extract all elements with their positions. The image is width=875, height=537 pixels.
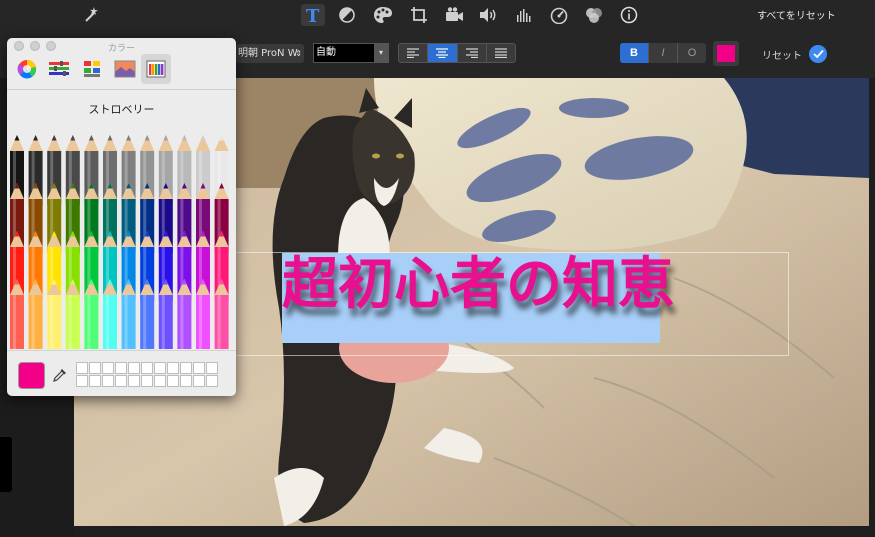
magic-wand-icon[interactable] <box>79 4 103 26</box>
image-palettes-mode-button[interactable] <box>110 54 140 84</box>
pencils-mode-button[interactable] <box>141 54 171 84</box>
pencils-icon <box>146 60 166 78</box>
color-balance-icon[interactable] <box>335 4 359 26</box>
left-sidebar-handle[interactable] <box>0 437 12 492</box>
favorite-swatch-slot[interactable] <box>141 375 153 387</box>
favorite-swatch-slot[interactable] <box>102 375 114 387</box>
favorite-swatch-slot[interactable] <box>89 375 101 387</box>
text-icon[interactable]: T <box>301 4 325 26</box>
color-sliders-icon <box>49 61 69 76</box>
bold-button[interactable]: B <box>620 43 649 63</box>
pencil-grid[interactable] <box>7 133 236 351</box>
favorite-swatch-slot[interactable] <box>128 362 140 374</box>
align-left-button[interactable] <box>399 44 429 62</box>
image-palettes-icon <box>114 60 136 78</box>
color-palettes-icon <box>84 61 100 77</box>
palette-icon[interactable] <box>371 4 395 26</box>
align-center-button[interactable] <box>428 44 458 62</box>
italic-button[interactable]: I <box>649 43 678 63</box>
align-center-icon <box>436 48 449 58</box>
favorite-swatch-slot[interactable] <box>206 375 218 387</box>
font-select-value: 明朝 ProN W <box>238 48 298 59</box>
outline-button[interactable]: O <box>678 43 706 63</box>
favorite-swatch-slot[interactable] <box>167 375 179 387</box>
favorite-swatch-slot[interactable] <box>167 362 179 374</box>
top-toolbar: T すべてをリセット <box>0 0 875 32</box>
favorite-swatch-slot[interactable] <box>193 375 205 387</box>
camera-icon[interactable] <box>442 4 466 26</box>
reset-all-button[interactable]: すべてをリセット <box>757 7 836 22</box>
text-color-well[interactable] <box>713 41 739 66</box>
size-select[interactable]: 自動 ▾ <box>313 43 389 63</box>
selected-pencil-name: ストロベリー <box>88 103 155 116</box>
reset-button[interactable]: リセット <box>762 47 802 62</box>
apply-checkmark-button[interactable] <box>809 45 827 63</box>
speed-icon[interactable] <box>547 4 571 26</box>
favorite-swatch-slot[interactable] <box>206 362 218 374</box>
volume-icon[interactable] <box>476 4 500 26</box>
crop-icon[interactable] <box>407 4 431 26</box>
video-title-text[interactable]: 超初心者の知恵 <box>282 254 674 314</box>
align-right-icon <box>465 48 478 58</box>
svg-text:T: T <box>306 6 320 25</box>
font-select[interactable]: 明朝 ProN W ⇕ <box>236 44 304 63</box>
panel-divider <box>7 89 236 90</box>
alignment-group <box>398 43 516 63</box>
favorite-swatch-slot[interactable] <box>76 375 88 387</box>
color-picker-panel: カラー ストロベリー <box>7 38 236 396</box>
favorite-swatch-slot[interactable] <box>180 375 192 387</box>
favorite-swatch-slot[interactable] <box>115 375 127 387</box>
favorite-swatch-slot[interactable] <box>76 362 88 374</box>
favorite-swatch-slot[interactable] <box>193 362 205 374</box>
panel-bottom-divider <box>7 350 236 351</box>
color-panel-title: カラー <box>107 44 135 54</box>
favorite-swatch-slot[interactable] <box>141 362 153 374</box>
current-color-swatch[interactable] <box>18 362 45 389</box>
size-select-value: 自動 <box>316 47 336 58</box>
color-palettes-mode-button[interactable] <box>77 54 107 84</box>
justify-icon <box>494 48 507 58</box>
align-left-icon <box>407 48 420 58</box>
favorite-swatch-slot[interactable] <box>154 362 166 374</box>
color-wheel-mode-button[interactable] <box>12 54 42 84</box>
text-style-group: B I O <box>620 43 706 63</box>
favorite-swatch-slot[interactable] <box>115 362 127 374</box>
color-wheel-icon <box>17 59 37 79</box>
favorite-swatch-slot[interactable] <box>154 375 166 387</box>
favorite-swatch-slot[interactable] <box>180 362 192 374</box>
align-right-button[interactable] <box>458 44 487 62</box>
updown-arrows-icon: ⇕ <box>295 49 302 58</box>
text-color-swatch <box>717 45 735 62</box>
chevron-down-icon: ▾ <box>374 44 388 62</box>
equalizer-icon[interactable] <box>512 4 536 26</box>
favorite-swatch-slot[interactable] <box>102 362 114 374</box>
filter-icon[interactable] <box>582 4 606 26</box>
favorite-swatches <box>76 362 218 387</box>
checkmark-icon <box>812 49 824 59</box>
eyedropper-icon[interactable] <box>52 367 68 383</box>
color-sliders-mode-button[interactable] <box>44 54 74 84</box>
favorite-swatch-slot[interactable] <box>128 375 140 387</box>
justify-button[interactable] <box>487 44 515 62</box>
info-icon[interactable] <box>617 4 641 26</box>
favorite-swatch-slot[interactable] <box>89 362 101 374</box>
